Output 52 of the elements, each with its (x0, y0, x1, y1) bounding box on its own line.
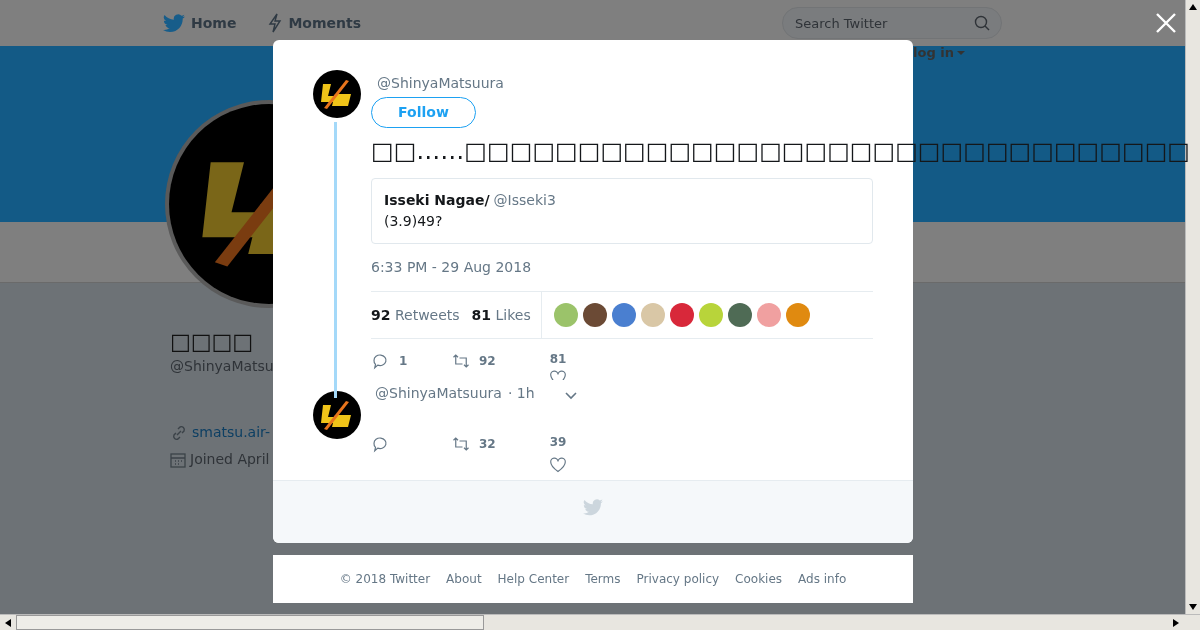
joined-date: Joined April (190, 450, 270, 469)
reply-time: · 1h (507, 384, 535, 403)
tweet-handle[interactable]: @ShinyaMatsuura (377, 75, 1190, 91)
quoted-text: (3.9)49? (384, 212, 444, 231)
logo-avatar-icon (313, 70, 361, 118)
footer-link[interactable]: © 2018 Twitter (339, 570, 431, 588)
nav-link[interactable]: Moments (268, 12, 362, 34)
footer-link[interactable]: Terms (585, 570, 621, 588)
liker-avatar[interactable] (669, 303, 694, 327)
scroll-up-icon[interactable] (1189, 4, 1197, 10)
close-icon (1155, 12, 1177, 34)
scrollbar-thumb[interactable] (16, 615, 484, 630)
footer-link[interactable]: Cookies (735, 570, 783, 588)
search-field[interactable]: Search Twitter (782, 7, 1002, 39)
lightning-icon (268, 13, 283, 33)
bird-icon (583, 499, 603, 516)
footer-link[interactable]: Privacy policy (636, 570, 720, 588)
retweet-action-count: 92 (479, 353, 496, 370)
link-icon (170, 423, 188, 442)
liker-avatar[interactable] (582, 303, 607, 327)
reply-count: 1 (399, 353, 408, 370)
reply-handle[interactable]: @ShinyaMatsuura (375, 383, 502, 404)
calendar-icon (170, 451, 186, 468)
close-button[interactable] (1155, 12, 1177, 34)
search-icon[interactable] (974, 15, 990, 31)
chevron-down-icon[interactable] (564, 391, 577, 400)
retweet-count[interactable]: 92 Retweets (371, 304, 460, 326)
scroll-down-icon[interactable] (1189, 604, 1197, 610)
bird-icon (163, 13, 185, 33)
footer-link[interactable]: Ads info (798, 570, 847, 588)
profile-name: □□□□ (170, 328, 254, 356)
caret-icon (957, 49, 965, 57)
footer-link[interactable]: About (446, 570, 482, 588)
quoted-author-handle: @Isseki3 (493, 191, 556, 209)
reply-icon[interactable] (371, 435, 389, 453)
tweet-timestamp: 6:33 PM - 29 Aug 2018 (371, 258, 533, 277)
reply-icon[interactable] (371, 352, 389, 370)
liker-avatar[interactable] (727, 303, 752, 327)
liker-avatar[interactable] (611, 303, 636, 327)
footer-link[interactable]: Help Center (497, 570, 570, 588)
like-count[interactable]: 81 Likes (471, 304, 541, 326)
heart-icon[interactable] (549, 457, 567, 473)
logo-avatar-icon (313, 391, 361, 439)
retweet-icon[interactable] (451, 352, 471, 370)
like-action-count: 81 (549, 352, 567, 366)
profile-handle: @ShinyaMatsu (170, 357, 274, 376)
nav-link[interactable]: Home (163, 12, 237, 34)
like-action-count: 39 (549, 435, 567, 449)
quoted-tweet[interactable]: Isseki Nagae/ @Isseki3 (3.9)49? (371, 178, 873, 244)
retweet-icon[interactable] (451, 435, 471, 453)
quoted-author-name: Isseki Nagae/ (384, 191, 490, 209)
retweet-action-count: 32 (479, 436, 496, 453)
